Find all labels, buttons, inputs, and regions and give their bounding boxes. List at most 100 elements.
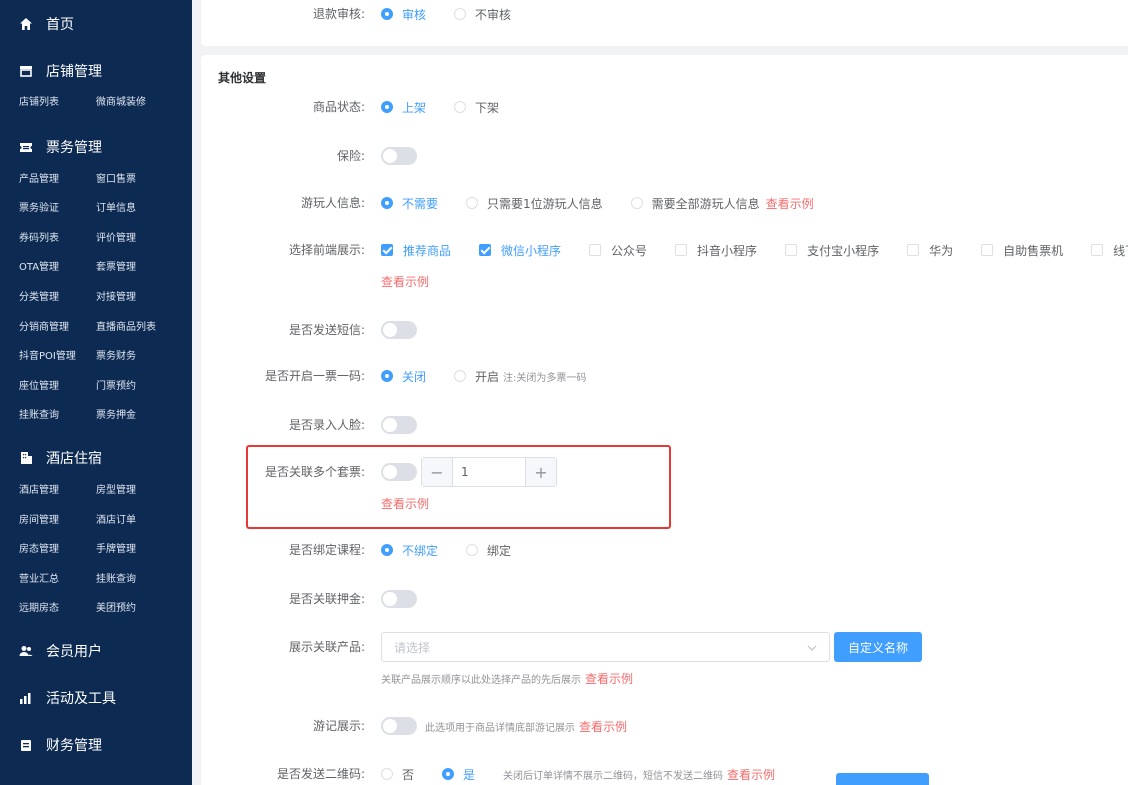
- sidebar-section-label: 活动及工具: [46, 691, 116, 708]
- product-status-radio-on-shelf[interactable]: 上架: [381, 99, 426, 116]
- sidebar-item[interactable]: 酒店订单: [96, 506, 192, 536]
- sidebar-item[interactable]: 抖音POI管理: [19, 342, 96, 372]
- visitor-info-label: 游玩人信息:: [300, 196, 365, 210]
- sidebar-item[interactable]: 房态管理: [19, 535, 96, 565]
- sidebar-section-activities[interactable]: 活动及工具: [0, 675, 192, 722]
- frontend-checkbox-official-account[interactable]: 公众号: [589, 242, 647, 259]
- deposit-row: 是否关联押金:: [192, 588, 417, 610]
- sidebar-section-finance[interactable]: 财务管理: [0, 722, 192, 769]
- sidebar-item[interactable]: 直播商品列表: [96, 313, 192, 343]
- refund-review-radio-no-review[interactable]: 不审核: [454, 6, 511, 23]
- sidebar-section-hotel[interactable]: 酒店住宿: [0, 435, 192, 482]
- sidebar-section-ticket[interactable]: 票务管理: [0, 124, 192, 171]
- send-sms-switch[interactable]: [381, 321, 417, 339]
- sidebar-item[interactable]: 远期房态: [19, 594, 96, 624]
- sidebar-item[interactable]: 座位管理: [19, 372, 96, 402]
- one-ticket-one-code-label: 是否开启一票一码:: [264, 369, 365, 383]
- send-qrcode-radio-no[interactable]: 否: [381, 766, 414, 783]
- sidebar-item[interactable]: OTA管理: [19, 253, 96, 283]
- one-code-radio-off[interactable]: 关闭: [381, 368, 426, 385]
- sidebar-section-members[interactable]: 会员用户: [0, 628, 192, 675]
- sidebar-item[interactable]: 营业汇总: [19, 565, 96, 595]
- sidebar-item[interactable]: 分类管理: [19, 283, 96, 313]
- sidebar-item[interactable]: 挂账查询: [19, 401, 96, 431]
- travel-notes-row: 游记展示: 此选项用于商品详情底部游记展示 查看示例: [192, 715, 627, 737]
- sidebar-item[interactable]: 酒店管理: [19, 476, 96, 506]
- sidebar-item[interactable]: 产品管理: [19, 165, 96, 195]
- sidebar-item[interactable]: 票务验证: [19, 194, 96, 224]
- hotel-icon: [18, 450, 34, 466]
- finance-icon: [18, 737, 34, 753]
- sidebar-item[interactable]: 门票预约: [96, 372, 192, 402]
- frontend-checkbox-douyin-mini[interactable]: 抖音小程序: [675, 242, 757, 259]
- product-status-radio-off-shelf[interactable]: 下架: [454, 99, 499, 116]
- related-products-placeholder: 请选择: [394, 640, 431, 655]
- bind-course-row: 是否绑定课程: 不绑定 绑定: [192, 539, 511, 561]
- send-sms-label: 是否发送短信:: [288, 323, 365, 337]
- related-products-select[interactable]: 请选择: [381, 632, 830, 662]
- visitor-info-radio-one[interactable]: 只需要1位游玩人信息: [466, 195, 603, 212]
- home-icon: [18, 16, 34, 32]
- save-button[interactable]: [836, 773, 929, 785]
- sidebar-item[interactable]: 票务财务: [96, 342, 192, 372]
- sidebar-item[interactable]: 分销商管理: [19, 313, 96, 343]
- sidebar-item[interactable]: 券码列表: [19, 224, 96, 254]
- bind-course-radio-no[interactable]: 不绑定: [381, 542, 438, 559]
- sidebar-section-home[interactable]: 首页: [0, 0, 192, 47]
- refund-review-label: 退款审核:: [312, 7, 365, 21]
- send-sms-row: 是否发送短信:: [192, 319, 417, 341]
- visitor-info-radio-all[interactable]: 需要全部游玩人信息: [630, 195, 760, 212]
- bind-course-label: 是否绑定课程:: [288, 543, 365, 557]
- frontend-checkbox-wechat-mini[interactable]: 微信小程序: [479, 242, 561, 259]
- travel-notes-example-link[interactable]: 查看示例: [579, 718, 627, 735]
- frontend-checkbox-recommend[interactable]: 推荐商品: [381, 242, 451, 259]
- one-code-radio-on[interactable]: 开启: [454, 368, 499, 385]
- main-content: 退款审核: 审核 不审核 其他设置 商品状态: 上架 下架 保险: 游玩人信息:…: [192, 0, 1128, 785]
- sidebar-section-store[interactable]: 店铺管理: [0, 47, 192, 94]
- frontend-checkbox-huawei[interactable]: 华为: [907, 242, 953, 259]
- visitor-info-radio-none[interactable]: 不需要: [381, 195, 438, 212]
- deposit-switch[interactable]: [381, 590, 417, 608]
- frontend-display-example-link[interactable]: 查看示例: [381, 273, 429, 290]
- bind-course-radio-yes[interactable]: 绑定: [466, 542, 511, 559]
- one-ticket-one-code-row: 是否开启一票一码: 关闭 开启 注:关闭为多票一码: [192, 365, 586, 387]
- chevron-down-icon: [807, 640, 817, 654]
- sidebar-item[interactable]: 手牌管理: [96, 535, 192, 565]
- refund-review-radio-review[interactable]: 审核: [381, 6, 426, 23]
- insurance-switch[interactable]: [381, 147, 417, 165]
- sidebar-section-label: 票务管理: [46, 140, 102, 157]
- sidebar-item[interactable]: 对接管理: [96, 283, 192, 313]
- sidebar-item[interactable]: 套票管理: [96, 253, 192, 283]
- users-icon: [18, 643, 34, 659]
- sidebar-item-mall-decoration[interactable]: 微商城装修: [96, 88, 192, 118]
- frontend-checkbox-offline[interactable]: 线下购: [1091, 242, 1128, 259]
- store-icon: [18, 63, 34, 79]
- travel-notes-switch[interactable]: [381, 717, 417, 735]
- visitor-info-example-link[interactable]: 查看示例: [766, 195, 814, 212]
- product-status-row: 商品状态: 上架 下架: [192, 96, 499, 118]
- insurance-row: 保险:: [192, 145, 417, 167]
- face-record-label: 是否录入人脸:: [288, 418, 365, 432]
- custom-name-button[interactable]: 自定义名称: [834, 632, 923, 662]
- sidebar-item[interactable]: 订单信息: [96, 194, 192, 224]
- product-status-label: 商品状态:: [312, 100, 365, 114]
- related-products-example-link[interactable]: 查看示例: [585, 670, 633, 687]
- sidebar-item[interactable]: 美团预约: [96, 594, 192, 624]
- sidebar-item[interactable]: 挂账查询: [96, 565, 192, 595]
- frontend-checkbox-alipay-mini[interactable]: 支付宝小程序: [785, 242, 879, 259]
- frontend-checkbox-kiosk[interactable]: 自助售票机: [981, 242, 1063, 259]
- travel-notes-hint: 此选项用于商品详情底部游记展示: [425, 722, 575, 734]
- sidebar-section-label: 店铺管理: [46, 63, 102, 80]
- sidebar-item[interactable]: 窗口售票: [96, 165, 192, 195]
- visitor-info-row: 游玩人信息: 不需要 只需要1位游玩人信息 需要全部游玩人信息 查看示例: [192, 192, 814, 214]
- related-products-label: 展示关联产品:: [288, 640, 365, 654]
- send-qrcode-example-link[interactable]: 查看示例: [727, 766, 775, 783]
- sidebar-item[interactable]: 房间管理: [19, 506, 96, 536]
- insurance-label: 保险:: [336, 149, 365, 163]
- sidebar-item[interactable]: 房型管理: [96, 476, 192, 506]
- sidebar-item[interactable]: 票务押金: [96, 401, 192, 431]
- sidebar-item-store-list[interactable]: 店铺列表: [19, 88, 96, 118]
- sidebar-item[interactable]: 评价管理: [96, 224, 192, 254]
- send-qrcode-radio-yes[interactable]: 是: [442, 766, 475, 783]
- face-record-switch[interactable]: [381, 416, 417, 434]
